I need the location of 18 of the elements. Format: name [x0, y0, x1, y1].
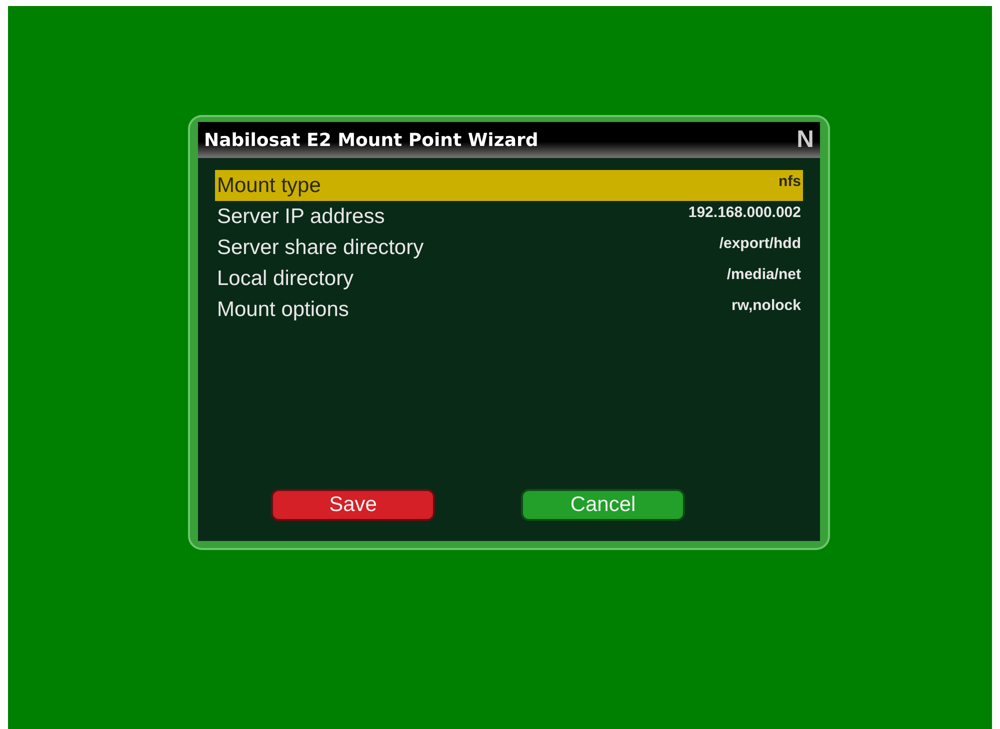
window-title: Nabilosat E2 Mount Point Wizard: [204, 130, 538, 150]
dialog-button[interactable]: Save: [271, 489, 435, 521]
setting-value: /export/hdd: [719, 234, 801, 252]
setting-value: rw,nolock: [732, 296, 801, 314]
setting-label: Server share directory: [217, 236, 424, 260]
setting-label: Mount options: [217, 298, 349, 322]
setting-row[interactable]: Mount type nfs: [215, 170, 803, 201]
setting-label: Local directory: [217, 266, 354, 290]
logo: N: [796, 126, 814, 154]
setting-row[interactable]: Server share directory /export/hdd: [215, 232, 803, 263]
setting-value: 192.168.000.002: [688, 203, 801, 221]
setting-value: nfs: [778, 172, 801, 190]
setting-row[interactable]: Local directory /media/net: [215, 263, 803, 294]
setting-value: /media/net: [726, 265, 801, 283]
setting-row[interactable]: Server IP address 192.168.000.002: [215, 201, 803, 232]
setting-label: Mount type: [217, 174, 321, 198]
setting-label: Server IP address: [217, 204, 385, 228]
setting-row[interactable]: Mount options rw,nolock: [215, 294, 803, 325]
